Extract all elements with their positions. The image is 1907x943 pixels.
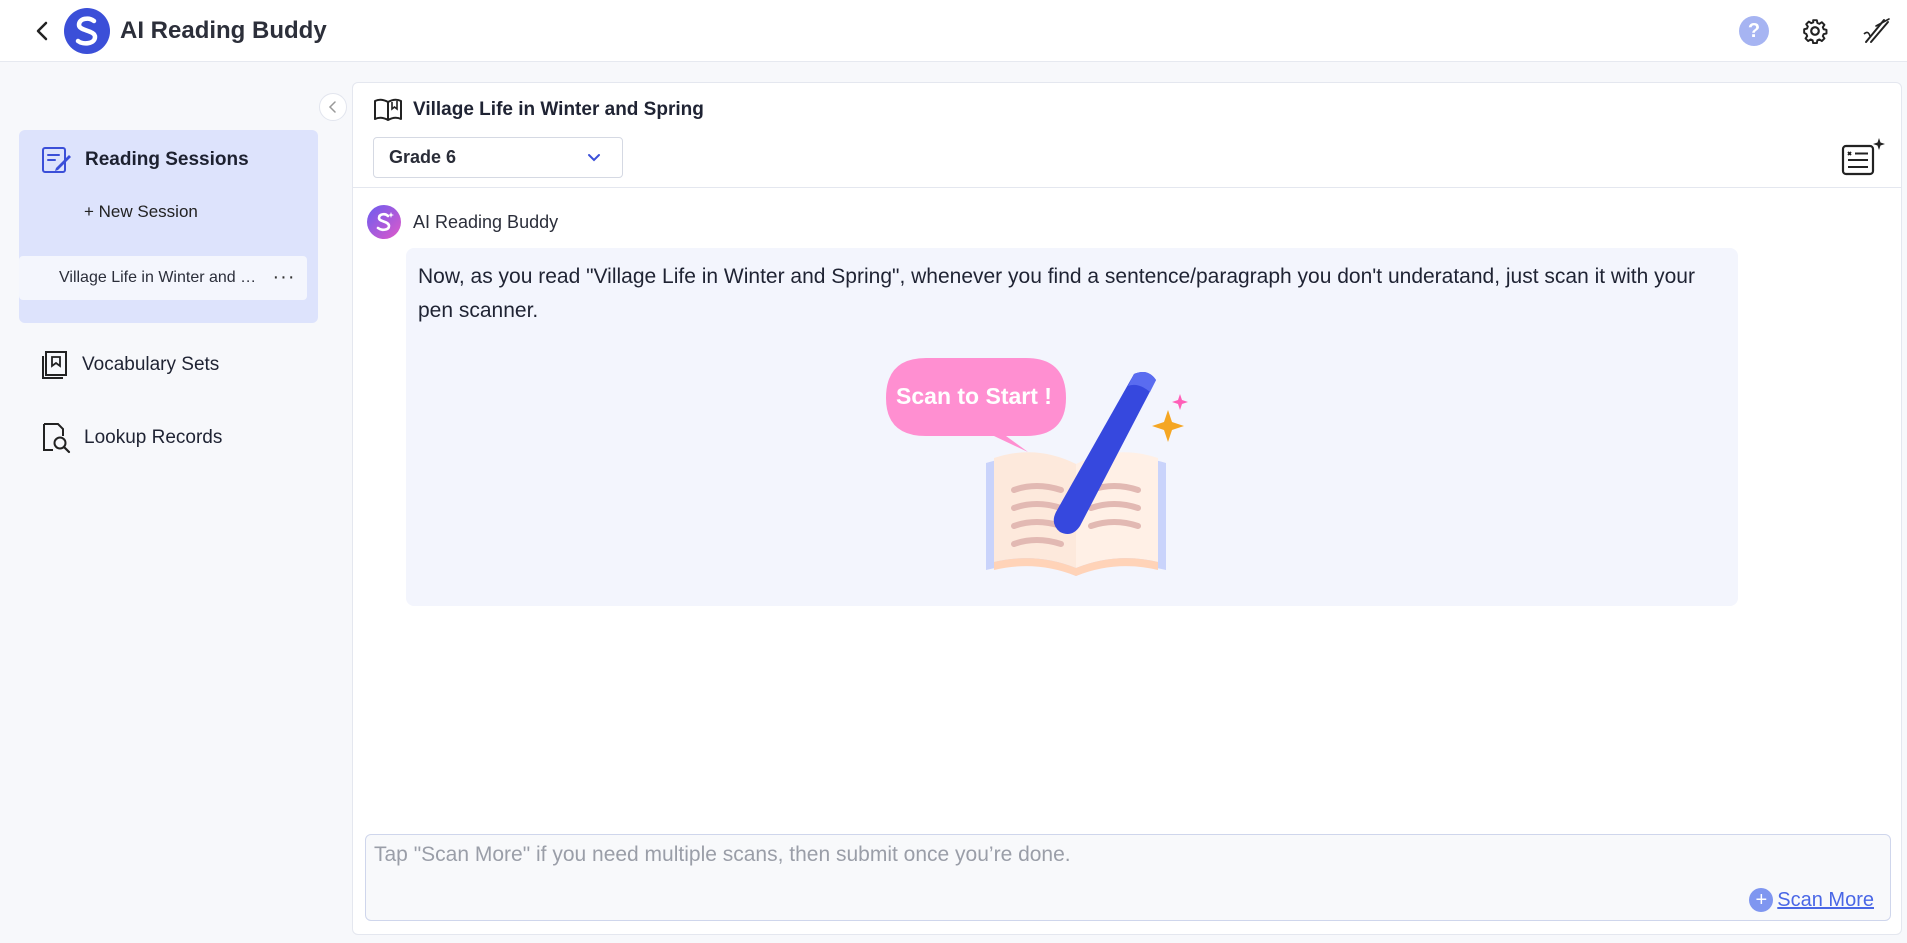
- sidebar-item-label: Vocabulary Sets: [82, 354, 220, 375]
- checklist-sparkle-icon: [1841, 138, 1885, 176]
- bot-message-bubble: Now, as you read "Village Life in Winter…: [406, 248, 1738, 606]
- pen-scanner-button[interactable]: [1861, 15, 1893, 47]
- bot-avatar: [367, 205, 401, 239]
- scan-to-start-caption: Scan to Start !: [896, 383, 1052, 409]
- chevron-left-icon: [328, 101, 336, 113]
- message-header: AI Reading Buddy: [367, 205, 558, 239]
- topbar-actions: ?: [1739, 0, 1893, 62]
- bot-name: AI Reading Buddy: [413, 211, 559, 232]
- open-book-icon: [374, 98, 402, 121]
- book-title-row: Village Life in Winter and Spring: [373, 97, 704, 123]
- sidebar: Reading Sessions + New Session Village L…: [0, 62, 338, 943]
- sidebar-item-label: Lookup Records: [84, 427, 223, 448]
- scan-more-button[interactable]: + Scan More: [1749, 888, 1874, 912]
- logo-s-icon: [75, 15, 98, 46]
- reading-sessions-header[interactable]: Reading Sessions: [41, 146, 249, 174]
- ai-quiz-button[interactable]: [1841, 137, 1885, 177]
- app-title: AI Reading Buddy: [120, 16, 327, 44]
- pen-scanner-icon: [1863, 18, 1890, 43]
- vocabulary-book-icon: [42, 351, 67, 379]
- sidebar-item-lookup-records[interactable]: Lookup Records: [41, 422, 222, 454]
- edit-document-icon: [42, 147, 71, 173]
- session-item-label: Village Life in Winter and Spring: [59, 269, 259, 286]
- book-title: Village Life in Winter and Spring: [413, 99, 704, 120]
- session-item[interactable]: Village Life in Winter and Spring ···: [19, 256, 307, 300]
- bot-message-text: Now, as you read "Village Life in Winter…: [418, 265, 1695, 322]
- main-header: Village Life in Winter and Spring Grade …: [353, 83, 1901, 188]
- scan-input[interactable]: [374, 843, 1574, 883]
- grade-select[interactable]: Grade 6: [373, 137, 623, 178]
- grade-select-value: Grade 6: [389, 147, 457, 167]
- scan-to-start-illustration: Scan to Start !: [886, 358, 1188, 576]
- back-button[interactable]: [27, 16, 57, 46]
- settings-button[interactable]: [1799, 15, 1831, 47]
- help-icon[interactable]: ?: [1739, 16, 1769, 46]
- gear-icon: [1803, 19, 1828, 44]
- document-search-icon: [43, 423, 71, 454]
- app-logo: [64, 7, 110, 54]
- main-panel: Village Life in Winter and Spring Grade …: [352, 82, 1902, 935]
- plus-circle-icon: +: [1749, 888, 1774, 912]
- collapse-sidebar-button[interactable]: [319, 93, 347, 121]
- scan-input-box[interactable]: + Scan More: [365, 834, 1891, 921]
- reading-sessions-title: Reading Sessions: [85, 149, 249, 170]
- chevron-left-icon: [36, 21, 48, 40]
- logo-s-icon: [376, 212, 394, 232]
- more-options-icon[interactable]: ···: [271, 264, 297, 290]
- chevron-down-icon: [588, 154, 600, 162]
- reading-sessions-panel: Reading Sessions + New Session Village L…: [19, 130, 318, 323]
- scan-more-label: Scan More: [1777, 888, 1874, 911]
- new-session-button[interactable]: + New Session: [84, 202, 198, 222]
- sidebar-item-vocabulary-sets[interactable]: Vocabulary Sets: [41, 350, 219, 380]
- top-bar: AI Reading Buddy ?: [0, 0, 1907, 62]
